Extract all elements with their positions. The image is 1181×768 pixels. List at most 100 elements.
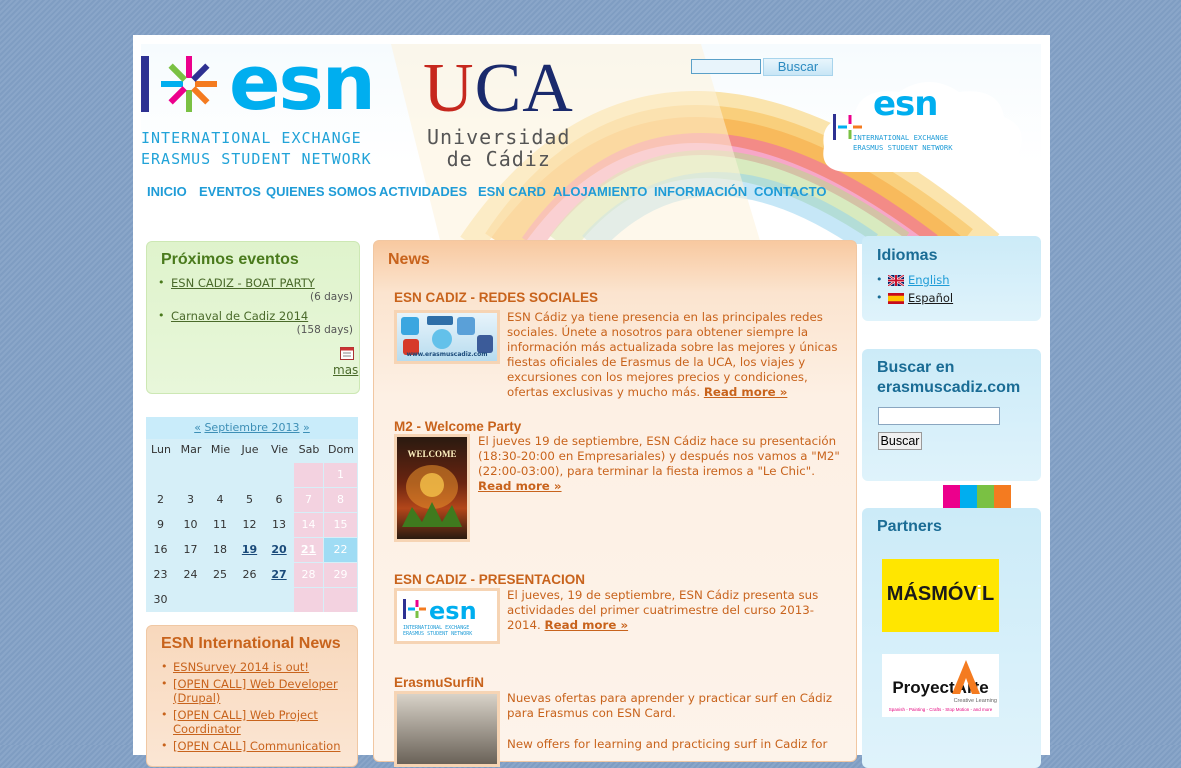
spain-flag-icon xyxy=(888,293,904,304)
surf-thumbnail[interactable] xyxy=(394,691,500,767)
calendar-day: 3 xyxy=(176,488,205,512)
nav-informacion[interactable]: INFORMACIÓN xyxy=(654,184,747,199)
calendar-day-link[interactable]: 27 xyxy=(271,568,286,581)
esn-presentation-thumbnail[interactable]: esn INTERNATIONAL EXCHANGE ERASMUS STUDE… xyxy=(394,588,500,644)
events-more-link[interactable]: mas xyxy=(333,363,358,377)
calendar-empty-cell xyxy=(206,463,234,487)
calendar-day: 30 xyxy=(146,588,175,612)
news-article: M2 - Welcome Party WELCOME El jueves 19 … xyxy=(394,419,852,549)
calendar-day: 7 xyxy=(294,488,323,512)
nav-alojamiento[interactable]: ALOJAMIENTO xyxy=(553,184,647,199)
intl-news-item: • [OPEN CALL] Communication xyxy=(161,739,353,753)
calendar-day: 16 xyxy=(146,538,175,562)
proyectarte-a-icon xyxy=(952,660,980,694)
calendar-empty-cell xyxy=(265,463,293,487)
calendar-empty-cell xyxy=(146,463,175,487)
nav-quienes-somos[interactable]: QUIENES SOMOS xyxy=(266,184,377,199)
calendar-day: 13 xyxy=(265,513,293,537)
intl-news-link[interactable]: ESNSurvey 2014 is out! xyxy=(173,660,309,674)
article-text: Nuevas ofertas para aprender y practicar… xyxy=(507,691,833,720)
calendar-day: 18 xyxy=(206,538,234,562)
upcoming-events-title: Próximos eventos xyxy=(161,251,299,268)
bullet-icon: • xyxy=(161,660,168,673)
event-link[interactable]: Carnaval de Cadiz 2014 xyxy=(171,309,308,323)
bullet-icon: • xyxy=(876,273,883,286)
languages-list: • English • Español xyxy=(876,271,953,307)
article-text: El jueves 19 de septiembre, ESN Cádiz ha… xyxy=(478,434,840,478)
calendar-day: 10 xyxy=(176,513,205,537)
intl-news-link[interactable]: [OPEN CALL] Web Project Coordinator xyxy=(173,708,318,736)
site-search-title-line-2: erasmuscadiz.com xyxy=(877,379,1021,396)
calendar-empty-cell xyxy=(294,463,323,487)
esn-tagline: INTERNATIONAL EXCHANGE ERASMUS STUDENT N… xyxy=(141,128,372,170)
header-search-input[interactable] xyxy=(691,59,761,74)
intl-news-link[interactable]: [OPEN CALL] Web Developer (Drupal) xyxy=(173,677,338,705)
bullet-icon: • xyxy=(161,708,168,721)
bullet-icon: • xyxy=(161,739,168,752)
language-spanish-link[interactable]: Español xyxy=(908,291,953,305)
nav-contacto[interactable]: CONTACTO xyxy=(754,184,826,199)
calendar-icon[interactable] xyxy=(340,346,354,360)
news-article: ESN CADIZ - REDES SOCIALES www.erasmusca… xyxy=(394,290,852,405)
calendar-day: 25 xyxy=(206,563,234,587)
esn-star-logo xyxy=(141,56,217,112)
calendar-day-link[interactable]: 19 xyxy=(242,543,257,556)
calendar-day: 1 xyxy=(324,463,357,487)
partners-title: Partners xyxy=(877,518,942,535)
calendar-day-link[interactable]: 20 xyxy=(271,543,286,556)
calendar-prev[interactable]: « xyxy=(194,421,201,434)
social-networks-thumbnail[interactable]: www.erasmuscadiz.com xyxy=(394,310,500,364)
article-title[interactable]: ESN CADIZ - REDES SOCIALES xyxy=(394,290,852,305)
proyectarte-subtitle: Creative Learning xyxy=(953,698,997,704)
calendar-day: 22 xyxy=(324,538,357,562)
article-title[interactable]: M2 - Welcome Party xyxy=(394,419,852,434)
article-text: ESN Cádiz ya tiene presencia en las prin… xyxy=(507,310,838,399)
uca-rest: CA xyxy=(474,50,574,127)
nav-inicio[interactable]: INICIO xyxy=(147,184,187,199)
calendar-empty-cell xyxy=(176,588,205,612)
university-line-1: Universidad xyxy=(427,125,571,149)
nav-actividades[interactable]: ACTIVIDADES xyxy=(379,184,467,199)
site-search-box: Buscar en erasmuscadiz.com Buscar xyxy=(862,349,1041,481)
language-english-link[interactable]: English xyxy=(908,273,950,287)
welcome-party-thumbnail[interactable]: WELCOME xyxy=(394,434,470,542)
intl-news-item: • ESNSurvey 2014 is out! xyxy=(161,660,353,674)
masmovil-logo[interactable]: MÁSMÓViL xyxy=(882,559,999,632)
masmovil-l: L xyxy=(981,583,995,605)
calendar-day: 21 xyxy=(294,538,323,562)
intl-news-item: • [OPEN CALL] Web Developer (Drupal) xyxy=(161,677,353,705)
svg-text:ERASMUS STUDENT NETWORK: ERASMUS STUDENT NETWORK xyxy=(403,631,472,637)
esn-logo-thumbnail-image: esn INTERNATIONAL EXCHANGE ERASMUS STUDE… xyxy=(403,597,477,637)
events-list: • ESN CADIZ - BOAT PARTY (6 days) • Carn… xyxy=(158,276,353,336)
calendar-month[interactable]: Septiembre 2013 xyxy=(204,421,299,434)
calendar-day: 24 xyxy=(176,563,205,587)
read-more-link[interactable]: Read more » xyxy=(545,618,629,632)
site-search-button[interactable]: Buscar xyxy=(878,432,922,450)
proyectarte-logo[interactable]: ProyectArte Creative Learning Spanish - … xyxy=(882,654,999,717)
calendar-empty-cell xyxy=(176,463,205,487)
calendar-empty-cell xyxy=(324,588,357,612)
article-title[interactable]: ErasmuSurfiN xyxy=(394,675,852,690)
article-title[interactable]: ESN CADIZ - PRESENTACION xyxy=(394,572,852,587)
nav-eventos[interactable]: EVENTOS xyxy=(199,184,261,199)
masmovil-word: MÁSMÓV xyxy=(886,583,977,605)
page-container: esn INTERNATIONAL EXCHANGE ERASMUS STUDE… xyxy=(133,35,1050,768)
calendar-empty-cell xyxy=(206,588,234,612)
site-search-input[interactable] xyxy=(878,407,1000,425)
tagline-line-1: INTERNATIONAL EXCHANGE xyxy=(141,129,362,147)
calendar-day: 20 xyxy=(265,538,293,562)
read-more-link[interactable]: Read more » xyxy=(478,479,562,493)
header-search: Buscar xyxy=(691,56,833,76)
calendar-day: 2 xyxy=(146,488,175,512)
color-stripes-decoration xyxy=(943,485,1011,509)
bullet-icon: • xyxy=(161,677,168,690)
calendar-next[interactable]: » xyxy=(303,421,310,434)
news-article: ESN CADIZ - PRESENTACION esn INTERNATION… xyxy=(394,572,852,662)
article-body: El jueves, 19 de septiembre, ESN Cádiz p… xyxy=(507,588,847,633)
calendar-day-link[interactable]: 21 xyxy=(301,543,316,556)
read-more-link[interactable]: Read more » xyxy=(704,385,788,399)
nav-esn-card[interactable]: ESN CARD xyxy=(478,184,546,199)
intl-news-link[interactable]: [OPEN CALL] Communication xyxy=(173,739,341,753)
event-link[interactable]: ESN CADIZ - BOAT PARTY xyxy=(171,276,315,290)
site-header: esn INTERNATIONAL EXCHANGE ERASMUS STUDE… xyxy=(141,44,1041,244)
